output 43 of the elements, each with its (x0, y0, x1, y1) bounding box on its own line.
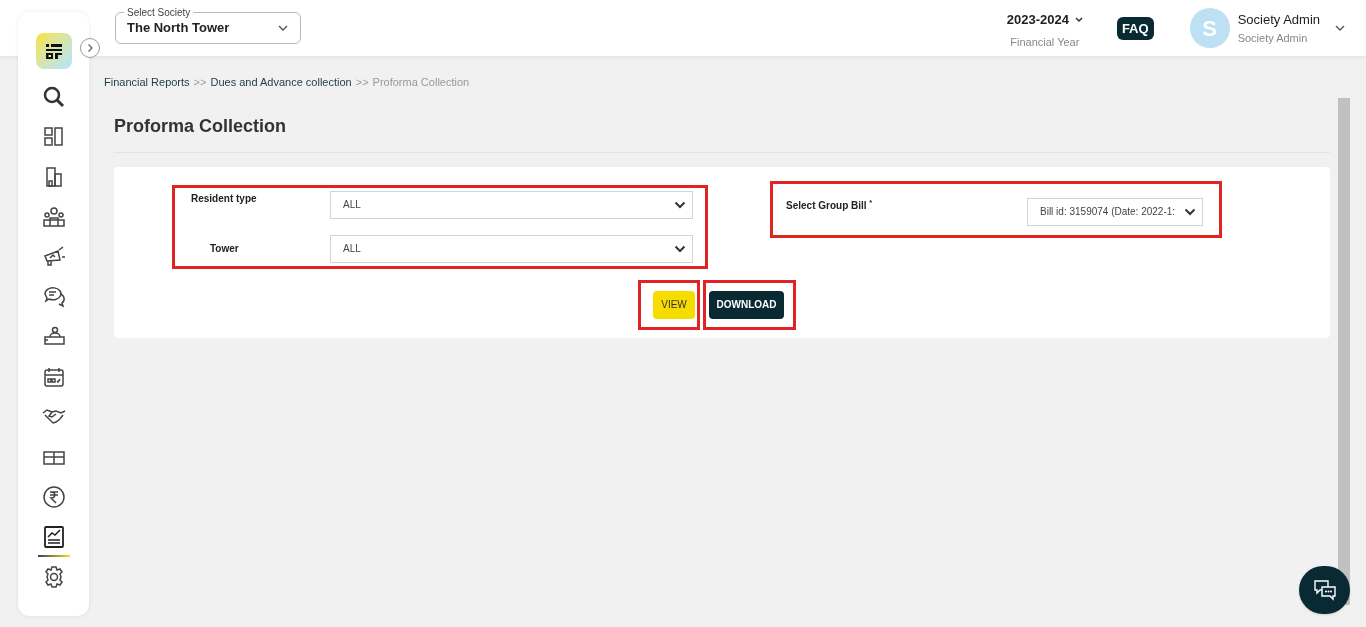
speech-bubbles-icon (41, 285, 66, 309)
avatar: S (1189, 8, 1230, 48)
calendar-icon (41, 365, 66, 389)
dashboard-icon (41, 125, 66, 149)
chevron-down-icon (1074, 16, 1083, 23)
field-label: Select Society (124, 5, 194, 20)
breadcrumb-separator: >> (193, 75, 207, 90)
chart-report-icon (41, 525, 66, 549)
faq-button[interactable]: FAQ (1116, 16, 1154, 41)
scrollbar[interactable] (1338, 98, 1350, 605)
year-select[interactable]: 2023-2024 (1006, 10, 1083, 30)
breadcrumb-link[interactable]: Dues and Advance collection (210, 74, 352, 91)
chevron-down-icon (674, 244, 686, 253)
user-name: Society Admin (1237, 11, 1320, 29)
field-label: Tower (209, 242, 239, 256)
field-label: Resident type (191, 191, 257, 206)
chevron-down-icon (1334, 24, 1346, 32)
page-title: Proforma Collection (114, 114, 288, 138)
app-logo[interactable] (35, 33, 72, 69)
user-role: Society Admin (1237, 30, 1309, 46)
breadcrumb-separator: >> (355, 75, 369, 90)
year-caption: Financial Year (1010, 34, 1080, 50)
megaphone-icon (41, 245, 66, 269)
select-value: The North Tower (127, 19, 230, 38)
search-icon (41, 85, 66, 109)
breadcrumb-current: Proforma Collection (372, 75, 470, 90)
chat-icon (1312, 579, 1337, 601)
chevron-down-icon (1184, 207, 1196, 216)
chevron-down-icon (277, 24, 289, 32)
user-menu-button[interactable] (1334, 24, 1346, 32)
dropdown-field[interactable]: ALL (330, 234, 693, 263)
people-icon (41, 205, 66, 229)
logo-icon (43, 42, 64, 60)
download-button[interactable]: DOWNLOAD (709, 290, 784, 319)
chevron-down-icon (674, 200, 686, 209)
breadcrumb-link[interactable]: Financial Reports (104, 74, 190, 91)
dropdown-field[interactable]: Bill id: 3159074 (Date: 2022-1: (1027, 197, 1203, 226)
rupee-icon (41, 485, 66, 509)
view-button[interactable]: VIEW (653, 290, 695, 319)
dropdown-field[interactable]: ALL (330, 190, 693, 219)
chevron-right-icon (85, 43, 95, 53)
chat-button[interactable] (1299, 566, 1350, 614)
field-label: Select Group Bill $^{*}$ (786, 197, 873, 213)
